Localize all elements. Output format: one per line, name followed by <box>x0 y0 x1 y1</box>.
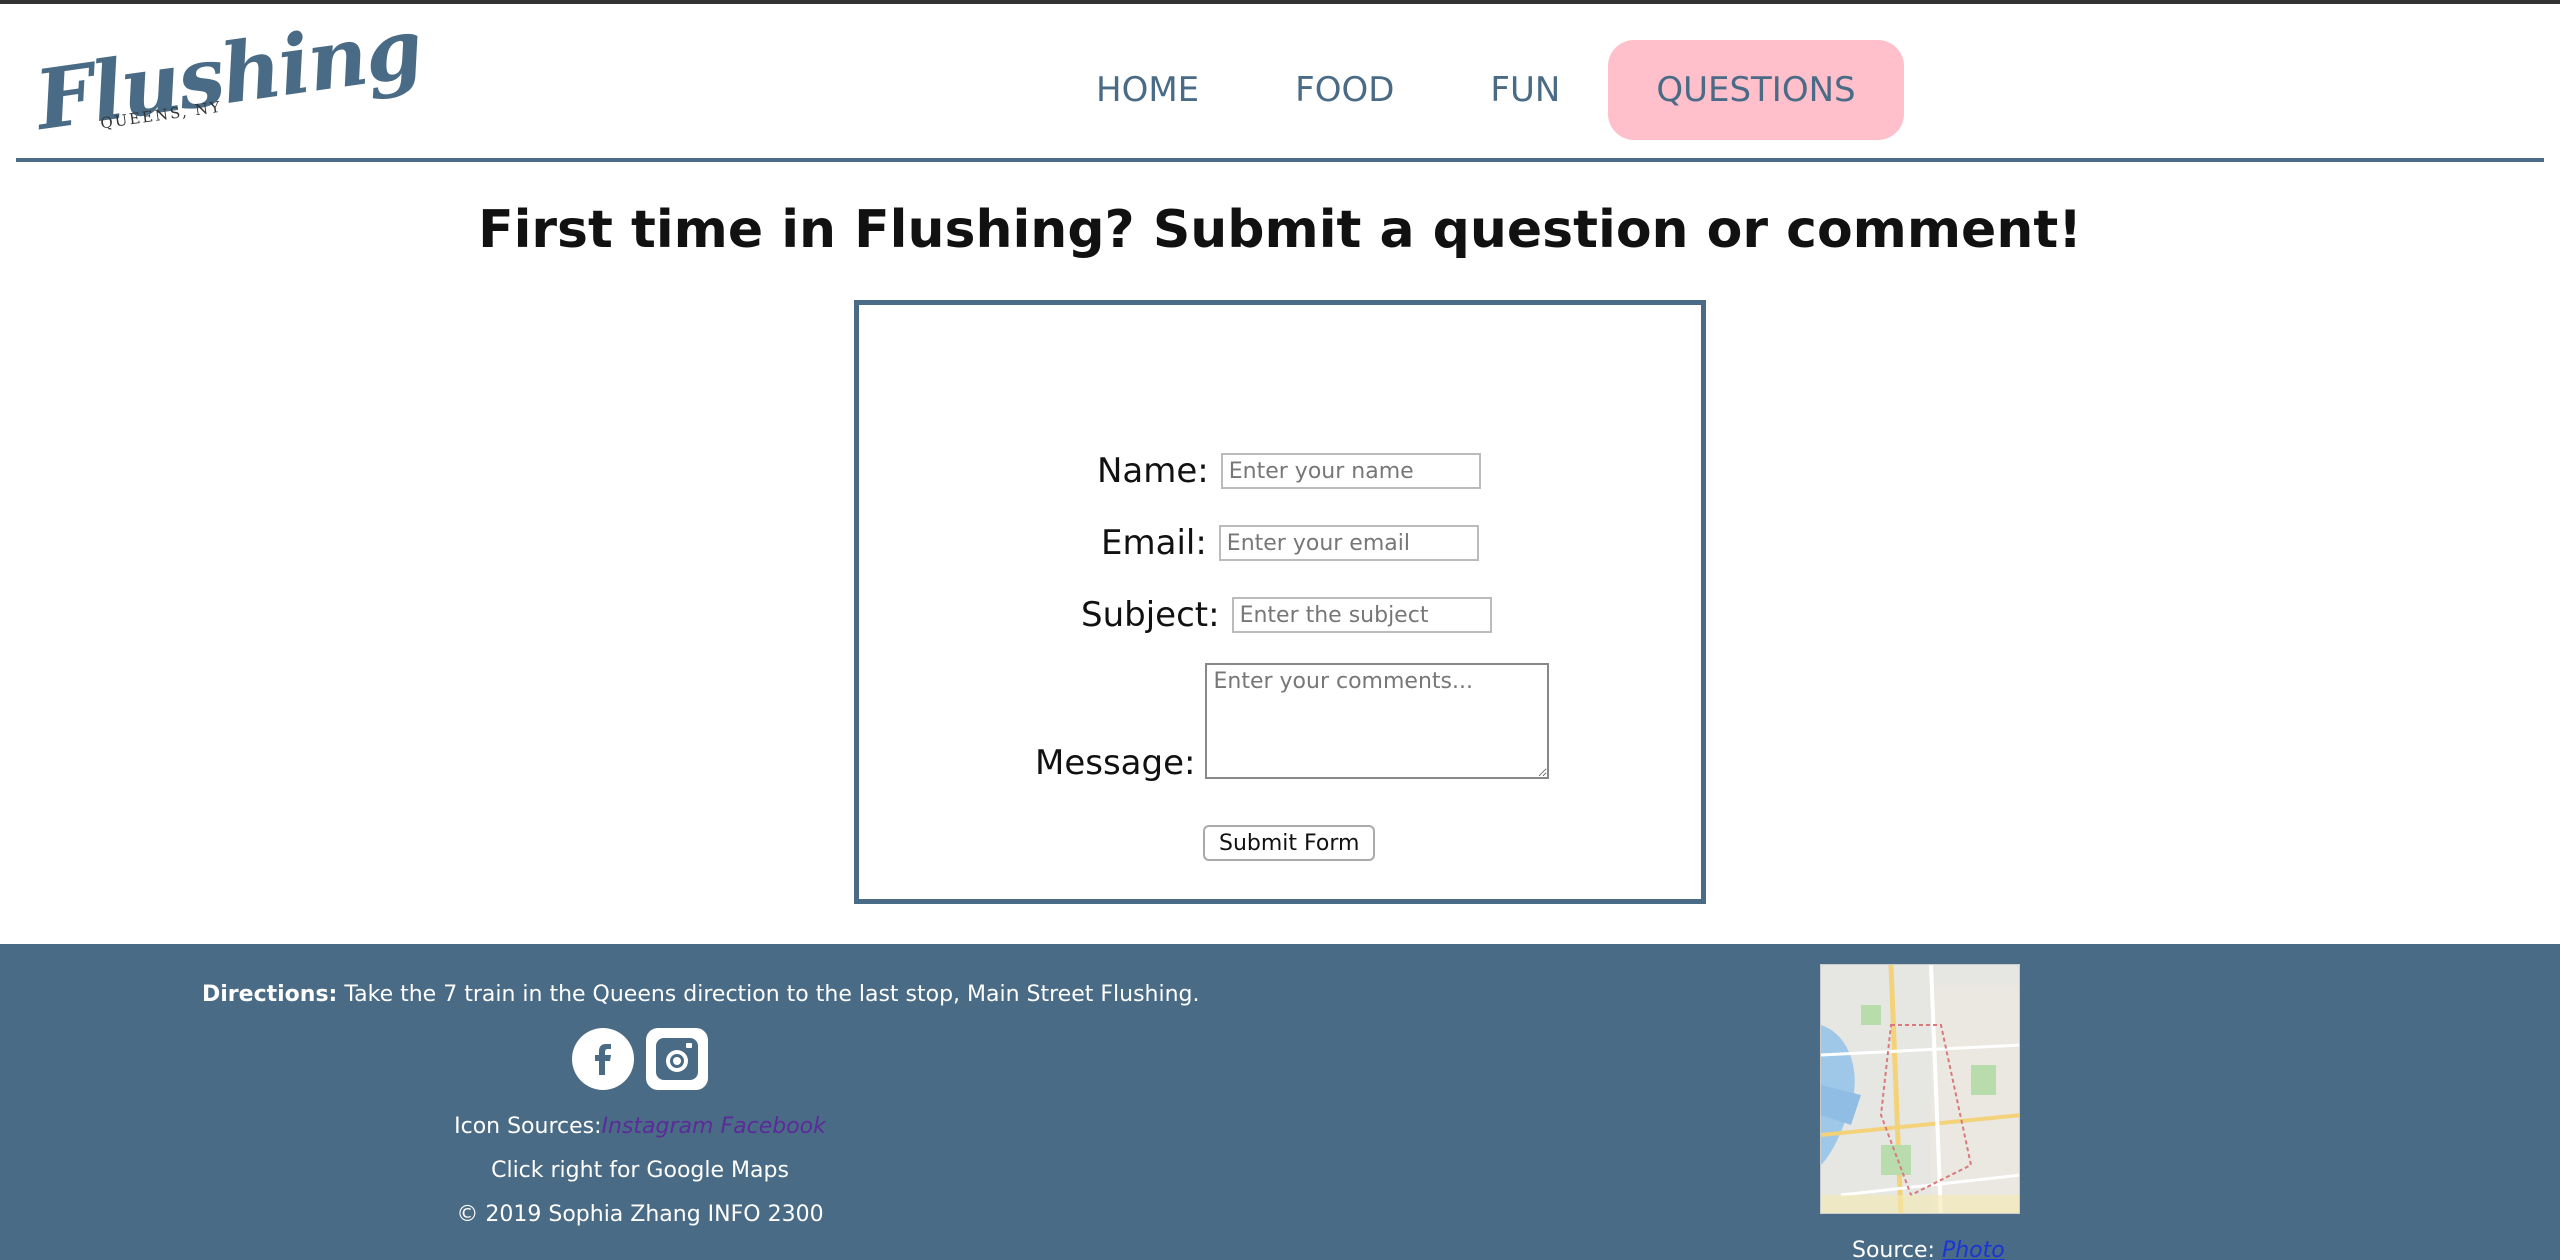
facebook-source-link[interactable]: Facebook <box>720 1114 825 1139</box>
subject-input[interactable] <box>1231 597 1492 633</box>
copyright: © 2019 Sophia Zhang INFO 2300 <box>456 1202 824 1227</box>
submit-form-button[interactable]: Submit Form <box>1203 825 1376 861</box>
main-nav: HOME FOOD FUN QUESTIONS <box>1048 40 1904 140</box>
message-textarea[interactable] <box>1205 663 1550 779</box>
map-source-link[interactable]: Photo <box>1942 1238 2005 1260</box>
google-map-thumbnail[interactable] <box>1820 964 2020 1214</box>
icon-sources-label: Icon Sources: <box>454 1114 602 1139</box>
question-form: Name: Email: Subject: Message: Submit Fo… <box>854 300 1706 904</box>
nav-food[interactable]: FOOD <box>1247 40 1442 140</box>
message-label: Message: <box>1035 743 1196 783</box>
google-maps-hint: Click right for Google Maps <box>491 1158 789 1183</box>
email-row: Email: <box>1101 523 1479 563</box>
social-icons <box>572 1028 708 1090</box>
subject-row: Subject: <box>1081 595 1492 635</box>
directions-body: Take the 7 train in the Queens direction… <box>337 982 1200 1007</box>
subject-label: Subject: <box>1081 595 1220 635</box>
directions-label: Directions: <box>202 982 338 1007</box>
nav-questions[interactable]: QUESTIONS <box>1608 40 1904 140</box>
name-label: Name: <box>1097 451 1209 491</box>
message-row: Message: <box>1035 663 1550 783</box>
map-source: Source: Photo <box>1852 1238 2005 1260</box>
flushing-logo[interactable]: Flushing QUEENS, NY <box>30 0 426 149</box>
page-footer: Directions: Take the 7 train in the Quee… <box>0 944 2560 1260</box>
email-input[interactable] <box>1218 525 1479 561</box>
icon-sources: Icon Sources:Instagram Facebook <box>0 1114 1280 1139</box>
facebook-icon[interactable] <box>572 1028 634 1090</box>
instagram-source-link[interactable]: Instagram <box>602 1114 714 1139</box>
page-title: First time in Flushing? Submit a questio… <box>478 200 2082 260</box>
map-source-label: Source: <box>1852 1238 1942 1260</box>
nav-home[interactable]: HOME <box>1048 40 1247 140</box>
name-row: Name: <box>1097 451 1481 491</box>
nav-divider <box>16 158 2544 162</box>
instagram-icon[interactable] <box>646 1028 708 1090</box>
logo-script-text: Flushing <box>30 0 427 150</box>
email-label: Email: <box>1101 523 1207 563</box>
name-input[interactable] <box>1220 453 1481 489</box>
nav-fun[interactable]: FUN <box>1442 40 1608 140</box>
directions-text: Directions: Take the 7 train in the Quee… <box>202 982 1200 1007</box>
